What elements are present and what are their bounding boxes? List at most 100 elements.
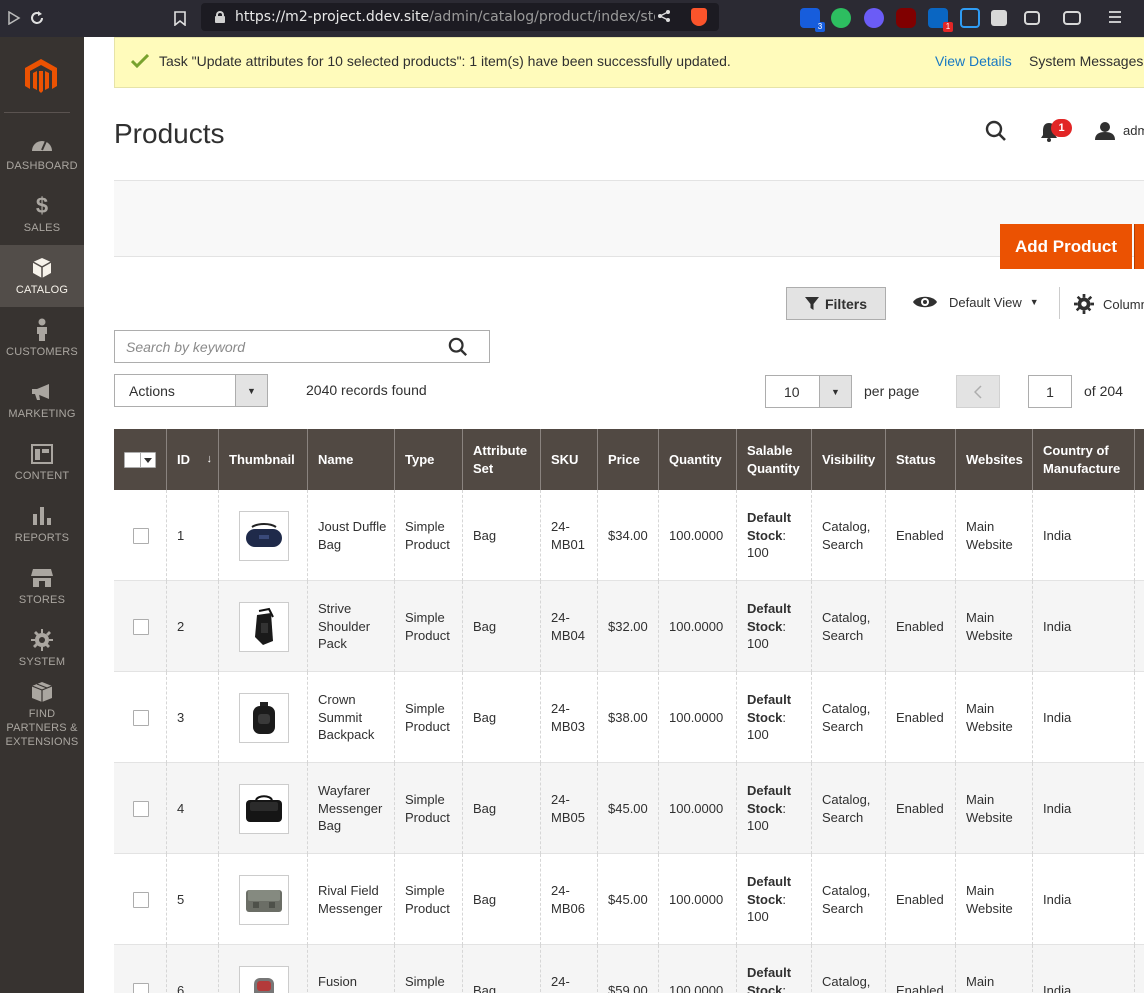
toolbar-divider [1059, 287, 1060, 319]
nav-dashboard[interactable]: DASHBOARD [0, 121, 84, 183]
puzzle-icon[interactable] [991, 10, 1007, 26]
bitwarden-icon[interactable]: 3 [800, 8, 825, 32]
row-checkbox[interactable] [133, 709, 149, 726]
column-header-visibility[interactable]: Visibility [811, 429, 885, 490]
product-thumbnail[interactable] [239, 601, 289, 652]
salable-quantity: Default Stock: 100 [747, 509, 807, 562]
cell-salable-quantity: Default Stock: 100 [736, 763, 811, 854]
page-actions-bar [114, 180, 1144, 257]
row-checkbox[interactable] [133, 891, 149, 908]
table-row[interactable]: 3 Crown Summit Backpack Simple Product B… [114, 672, 1144, 763]
address-bar[interactable]: https://m2-project.ddev.site/admin/catal… [201, 3, 719, 31]
product-sku: 24-MB03 [551, 701, 585, 734]
cell-thumbnail [218, 854, 307, 945]
cell-overflow [1134, 854, 1144, 945]
linkedin-icon[interactable]: 1 [928, 8, 953, 32]
column-header-label: Status [896, 451, 936, 467]
checkmark-icon [130, 53, 150, 69]
product-thumbnail[interactable] [239, 510, 289, 561]
cell-salable-quantity: Default Stock: 100 [736, 581, 811, 672]
sidebar-toggle-icon[interactable] [1024, 11, 1040, 25]
search-icon[interactable] [448, 337, 468, 357]
product-thumbnail[interactable] [239, 783, 289, 834]
salable-quantity: Default Stock: 100 [747, 782, 807, 835]
share-icon[interactable] [657, 9, 673, 25]
table-row[interactable]: 1 Joust Duffle Bag Simple Product Bag 24… [114, 490, 1144, 581]
add-product-split-toggle[interactable] [1134, 224, 1144, 269]
nav-marketing[interactable]: MARKETING [0, 369, 84, 431]
product-thumbnail[interactable] [239, 692, 289, 743]
nav-label: STORES [18, 593, 66, 606]
column-header-overflow [1134, 429, 1144, 490]
system-messages-label[interactable]: System Messages: [1029, 53, 1144, 69]
wallet-icon[interactable] [1063, 11, 1081, 25]
row-checkbox[interactable] [133, 982, 149, 993]
column-header-sku[interactable]: SKU [540, 429, 597, 490]
cell-status: Enabled [885, 490, 955, 581]
filters-button[interactable]: Filters [786, 287, 886, 320]
bookmark-icon[interactable] [166, 4, 194, 32]
nav-stores[interactable]: STORES [0, 555, 84, 617]
default-view-dropdown[interactable]: Default View ▼ [912, 294, 1039, 310]
ublock-icon[interactable] [896, 8, 916, 28]
mass-select-column[interactable] [114, 429, 166, 490]
nav-sales[interactable]: $ SALES [0, 183, 84, 245]
reload-icon[interactable] [23, 4, 51, 32]
nav-catalog[interactable]: CATALOG [0, 245, 84, 307]
sun-icon[interactable] [864, 8, 884, 28]
column-header-type[interactable]: Type [394, 429, 462, 490]
username[interactable]: admin [1123, 123, 1144, 138]
magento-logo-icon[interactable] [22, 57, 60, 95]
product-visibility: Catalog, Search [822, 974, 871, 993]
cell-id: 6 [166, 945, 218, 993]
column-header-label: ID [177, 451, 190, 467]
nav-content[interactable]: CONTENT [0, 431, 84, 493]
product-thumbnail[interactable] [239, 965, 289, 993]
table-row[interactable]: 4 Wayfarer Messenger Bag Simple Product … [114, 763, 1144, 854]
nav-reports[interactable]: REPORTS [0, 493, 84, 555]
brave-shield-icon[interactable] [691, 8, 707, 26]
evernote-icon[interactable] [831, 8, 851, 28]
view-details-link[interactable]: View Details [935, 53, 1012, 69]
admin-sidebar: DASHBOARD $ SALES CATALOG CUSTOMERS MARK… [0, 37, 84, 993]
column-header-quantity[interactable]: Quantity [658, 429, 736, 490]
row-checkbox[interactable] [133, 800, 149, 817]
search-input[interactable] [115, 331, 435, 362]
column-header-websites[interactable]: Websites [955, 429, 1032, 490]
menu-icon[interactable] [1108, 10, 1122, 24]
column-header-id[interactable]: ID ↓ [166, 429, 218, 490]
column-header-country-of-manufacture[interactable]: Country of Manufacture [1032, 429, 1134, 490]
cell-country: India [1032, 945, 1134, 993]
column-header-name[interactable]: Name [307, 429, 394, 490]
table-row[interactable]: 5 Rival Field Messenger Simple Product B… [114, 854, 1144, 945]
column-header-price[interactable]: Price [597, 429, 658, 490]
person-icon [30, 318, 54, 342]
cell-id: 5 [166, 854, 218, 945]
cell-websites: Main Website [955, 581, 1032, 672]
column-header-thumbnail[interactable]: Thumbnail [218, 429, 307, 490]
nav-find-partners[interactable]: FIND PARTNERS & EXTENSIONS [0, 679, 84, 749]
row-checkbox[interactable] [133, 527, 149, 544]
message-text: Task "Update attributes for 10 selected … [159, 53, 731, 69]
mass-select-checkbox[interactable] [124, 452, 156, 468]
user-icon[interactable] [1094, 121, 1116, 141]
add-product-button[interactable]: Add Product [1000, 224, 1132, 269]
column-header-attribute-set[interactable]: Attribute Set [462, 429, 540, 490]
jira-icon[interactable] [960, 8, 980, 28]
gear-icon [1074, 294, 1094, 314]
cell-sku: 24-MB06 [540, 854, 597, 945]
nav-system[interactable]: SYSTEM [0, 617, 84, 679]
per-page-select[interactable]: 10 ▼ [765, 375, 852, 408]
row-checkbox[interactable] [133, 618, 149, 635]
nav-customers[interactable]: CUSTOMERS [0, 307, 84, 369]
table-row[interactable]: 6 Fusion Backpack Simple Product Bag 24-… [114, 945, 1144, 993]
table-row[interactable]: 2 Strive Shoulder Pack Simple Product Ba… [114, 581, 1144, 672]
column-header-status[interactable]: Status [885, 429, 955, 490]
page-number-input[interactable] [1028, 375, 1072, 408]
mass-actions-select[interactable]: Actions ▼ [114, 374, 268, 407]
columns-dropdown[interactable]: Columns [1074, 294, 1144, 314]
product-thumbnail[interactable] [239, 874, 289, 925]
previous-page-button[interactable] [956, 375, 1000, 408]
cell-type: Simple Product [394, 581, 462, 672]
search-icon[interactable] [985, 120, 1007, 142]
